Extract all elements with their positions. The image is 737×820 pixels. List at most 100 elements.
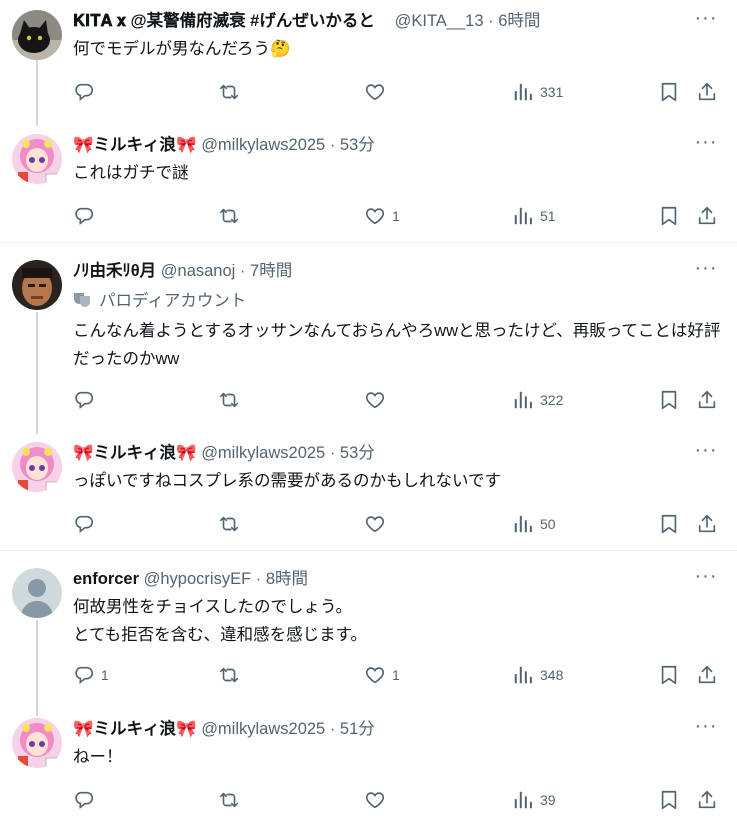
more-options-icon[interactable]: ··· xyxy=(689,258,723,282)
views-button[interactable]: 51 xyxy=(512,204,556,228)
share-button[interactable] xyxy=(696,80,718,104)
bar-chart-icon xyxy=(514,391,532,409)
post-text: ねー！ xyxy=(73,748,123,766)
repost-button[interactable] xyxy=(218,512,246,536)
user-handle[interactable]: @milkylaws2025 xyxy=(201,444,325,462)
share-icon xyxy=(698,206,716,225)
avatar[interactable] xyxy=(12,442,62,492)
views-button[interactable]: 322 xyxy=(512,388,563,412)
bookmark-button[interactable] xyxy=(658,512,680,536)
reply-count: 1 xyxy=(101,667,109,683)
like-button[interactable]: 1 xyxy=(364,663,400,687)
more-options-icon[interactable]: ··· xyxy=(689,566,723,590)
post-time[interactable]: 53分 xyxy=(340,444,375,462)
like-button[interactable]: 1 xyxy=(364,204,400,228)
black-cat-avatar xyxy=(12,10,62,60)
post[interactable]: ﾉﾘ由禾ﾘθ月 @nasanoj · 7時間 ··· パロディアカウント こんな… xyxy=(0,258,737,420)
views-count: 50 xyxy=(540,516,556,532)
display-name[interactable]: 🎀ミルキィ浪🎀 xyxy=(73,720,197,738)
avatar[interactable] xyxy=(12,260,62,310)
more-options-icon[interactable]: ··· xyxy=(689,132,723,156)
share-button[interactable] xyxy=(696,663,718,687)
post[interactable]: 🎀ミルキィ浪🎀 @milkylaws2025 · 53分 ··· っぽいですねコ… xyxy=(0,440,737,542)
user-handle[interactable]: @hypocrisyEF xyxy=(144,570,252,588)
theater-mask-icon xyxy=(74,293,90,307)
post-time[interactable]: 53分 xyxy=(340,136,375,154)
share-button[interactable] xyxy=(696,788,718,812)
post-time[interactable]: 51分 xyxy=(340,720,375,738)
heart-icon xyxy=(365,84,385,101)
bar-chart-icon xyxy=(514,515,532,533)
bookmark-button[interactable] xyxy=(658,388,680,412)
repost-button[interactable] xyxy=(218,204,246,228)
post-header: ﾉﾘ由禾ﾘθ月 @nasanoj · 7時間 xyxy=(73,260,677,282)
separator-dot: · xyxy=(329,444,336,462)
share-button[interactable] xyxy=(696,512,718,536)
anime-girl-avatar xyxy=(12,718,62,768)
like-button[interactable] xyxy=(364,512,392,536)
more-options-icon[interactable]: ··· xyxy=(689,8,723,32)
views-count: 51 xyxy=(540,208,556,224)
like-button[interactable] xyxy=(364,388,392,412)
post-text: っぽいですねコスプレ系の需要があるのかもしれないです xyxy=(73,472,502,490)
separator-dot: · xyxy=(239,262,246,280)
post-header: 🎀ミルキィ浪🎀 @milkylaws2025 · 53分 xyxy=(73,134,677,156)
post-header: 🎀ミルキィ浪🎀 @milkylaws2025 · 53分 xyxy=(73,442,677,464)
user-handle[interactable]: @milkylaws2025 xyxy=(201,720,325,738)
like-count: 1 xyxy=(392,667,400,683)
bookmark-button[interactable] xyxy=(658,80,680,104)
like-button[interactable] xyxy=(364,788,392,812)
views-button[interactable]: 39 xyxy=(512,788,556,812)
user-handle[interactable]: @milkylaws2025 xyxy=(201,136,325,154)
reply-button[interactable] xyxy=(73,80,101,104)
share-button[interactable] xyxy=(696,388,718,412)
bookmark-button[interactable] xyxy=(658,788,680,812)
reply-button[interactable] xyxy=(73,512,101,536)
bookmark-button[interactable] xyxy=(658,204,680,228)
post-time[interactable]: 7時間 xyxy=(250,262,292,280)
user-handle[interactable]: @KITA__13 xyxy=(395,12,484,30)
repost-icon xyxy=(219,667,239,683)
reply-button[interactable] xyxy=(73,788,101,812)
repost-button[interactable] xyxy=(218,388,246,412)
avatar[interactable] xyxy=(12,134,62,184)
more-options-icon[interactable]: ··· xyxy=(689,440,723,464)
post-time[interactable]: 6時間 xyxy=(498,12,540,30)
reply-icon xyxy=(75,791,93,810)
share-icon xyxy=(698,390,716,409)
avatar[interactable] xyxy=(12,718,62,768)
share-icon xyxy=(698,665,716,684)
display-name[interactable]: enforcer xyxy=(73,570,139,588)
post-actions: 322 xyxy=(73,388,737,412)
post[interactable]: 🎀ミルキィ浪🎀 @milkylaws2025 · 53分 ··· これはガチで謎… xyxy=(0,132,737,234)
display-name[interactable]: 🎀ミルキィ浪🎀 xyxy=(73,136,197,154)
bar-chart-icon xyxy=(514,83,532,101)
post-time[interactable]: 8時間 xyxy=(266,570,308,588)
repost-button[interactable] xyxy=(218,663,246,687)
more-options-icon[interactable]: ··· xyxy=(689,716,723,740)
avatar[interactable] xyxy=(12,10,62,60)
post-header: enforcer @hypocrisyEF · 8時間 xyxy=(73,568,677,590)
views-button[interactable]: 50 xyxy=(512,512,556,536)
post[interactable]: 🎀ミルキィ浪🎀 @milkylaws2025 · 51分 ··· ねー！ 39 xyxy=(0,716,737,818)
display-name[interactable]: 🎀ミルキィ浪🎀 xyxy=(73,444,197,462)
user-handle[interactable]: @nasanoj xyxy=(161,262,236,280)
bookmark-icon xyxy=(661,514,677,534)
like-button[interactable] xyxy=(364,80,392,104)
reply-button[interactable] xyxy=(73,388,101,412)
reply-button[interactable] xyxy=(73,204,101,228)
repost-button[interactable] xyxy=(218,80,246,104)
reply-button[interactable]: 1 xyxy=(73,663,109,687)
post[interactable]: 𝐊𝐈𝐓𝐀 𝐱 @某警備府滅衰 #げんぜいかるとㅤ @KITA__13 · 6時間… xyxy=(0,8,737,110)
bookmark-button[interactable] xyxy=(658,663,680,687)
share-button[interactable] xyxy=(696,204,718,228)
display-name[interactable]: ﾉﾘ由禾ﾘθ月 xyxy=(73,262,156,280)
man-face-avatar xyxy=(12,260,62,310)
views-button[interactable]: 348 xyxy=(512,663,563,687)
repost-button[interactable] xyxy=(218,788,246,812)
views-button[interactable]: 331 xyxy=(512,80,563,104)
display-name[interactable]: 𝐊𝐈𝐓𝐀 𝐱 @某警備府滅衰 #げんぜいかるとㅤ xyxy=(73,12,390,30)
repost-icon xyxy=(219,392,239,408)
post[interactable]: enforcer @hypocrisyEF · 8時間 ··· 何故男性をチョイ… xyxy=(0,566,737,698)
avatar[interactable] xyxy=(12,568,62,618)
